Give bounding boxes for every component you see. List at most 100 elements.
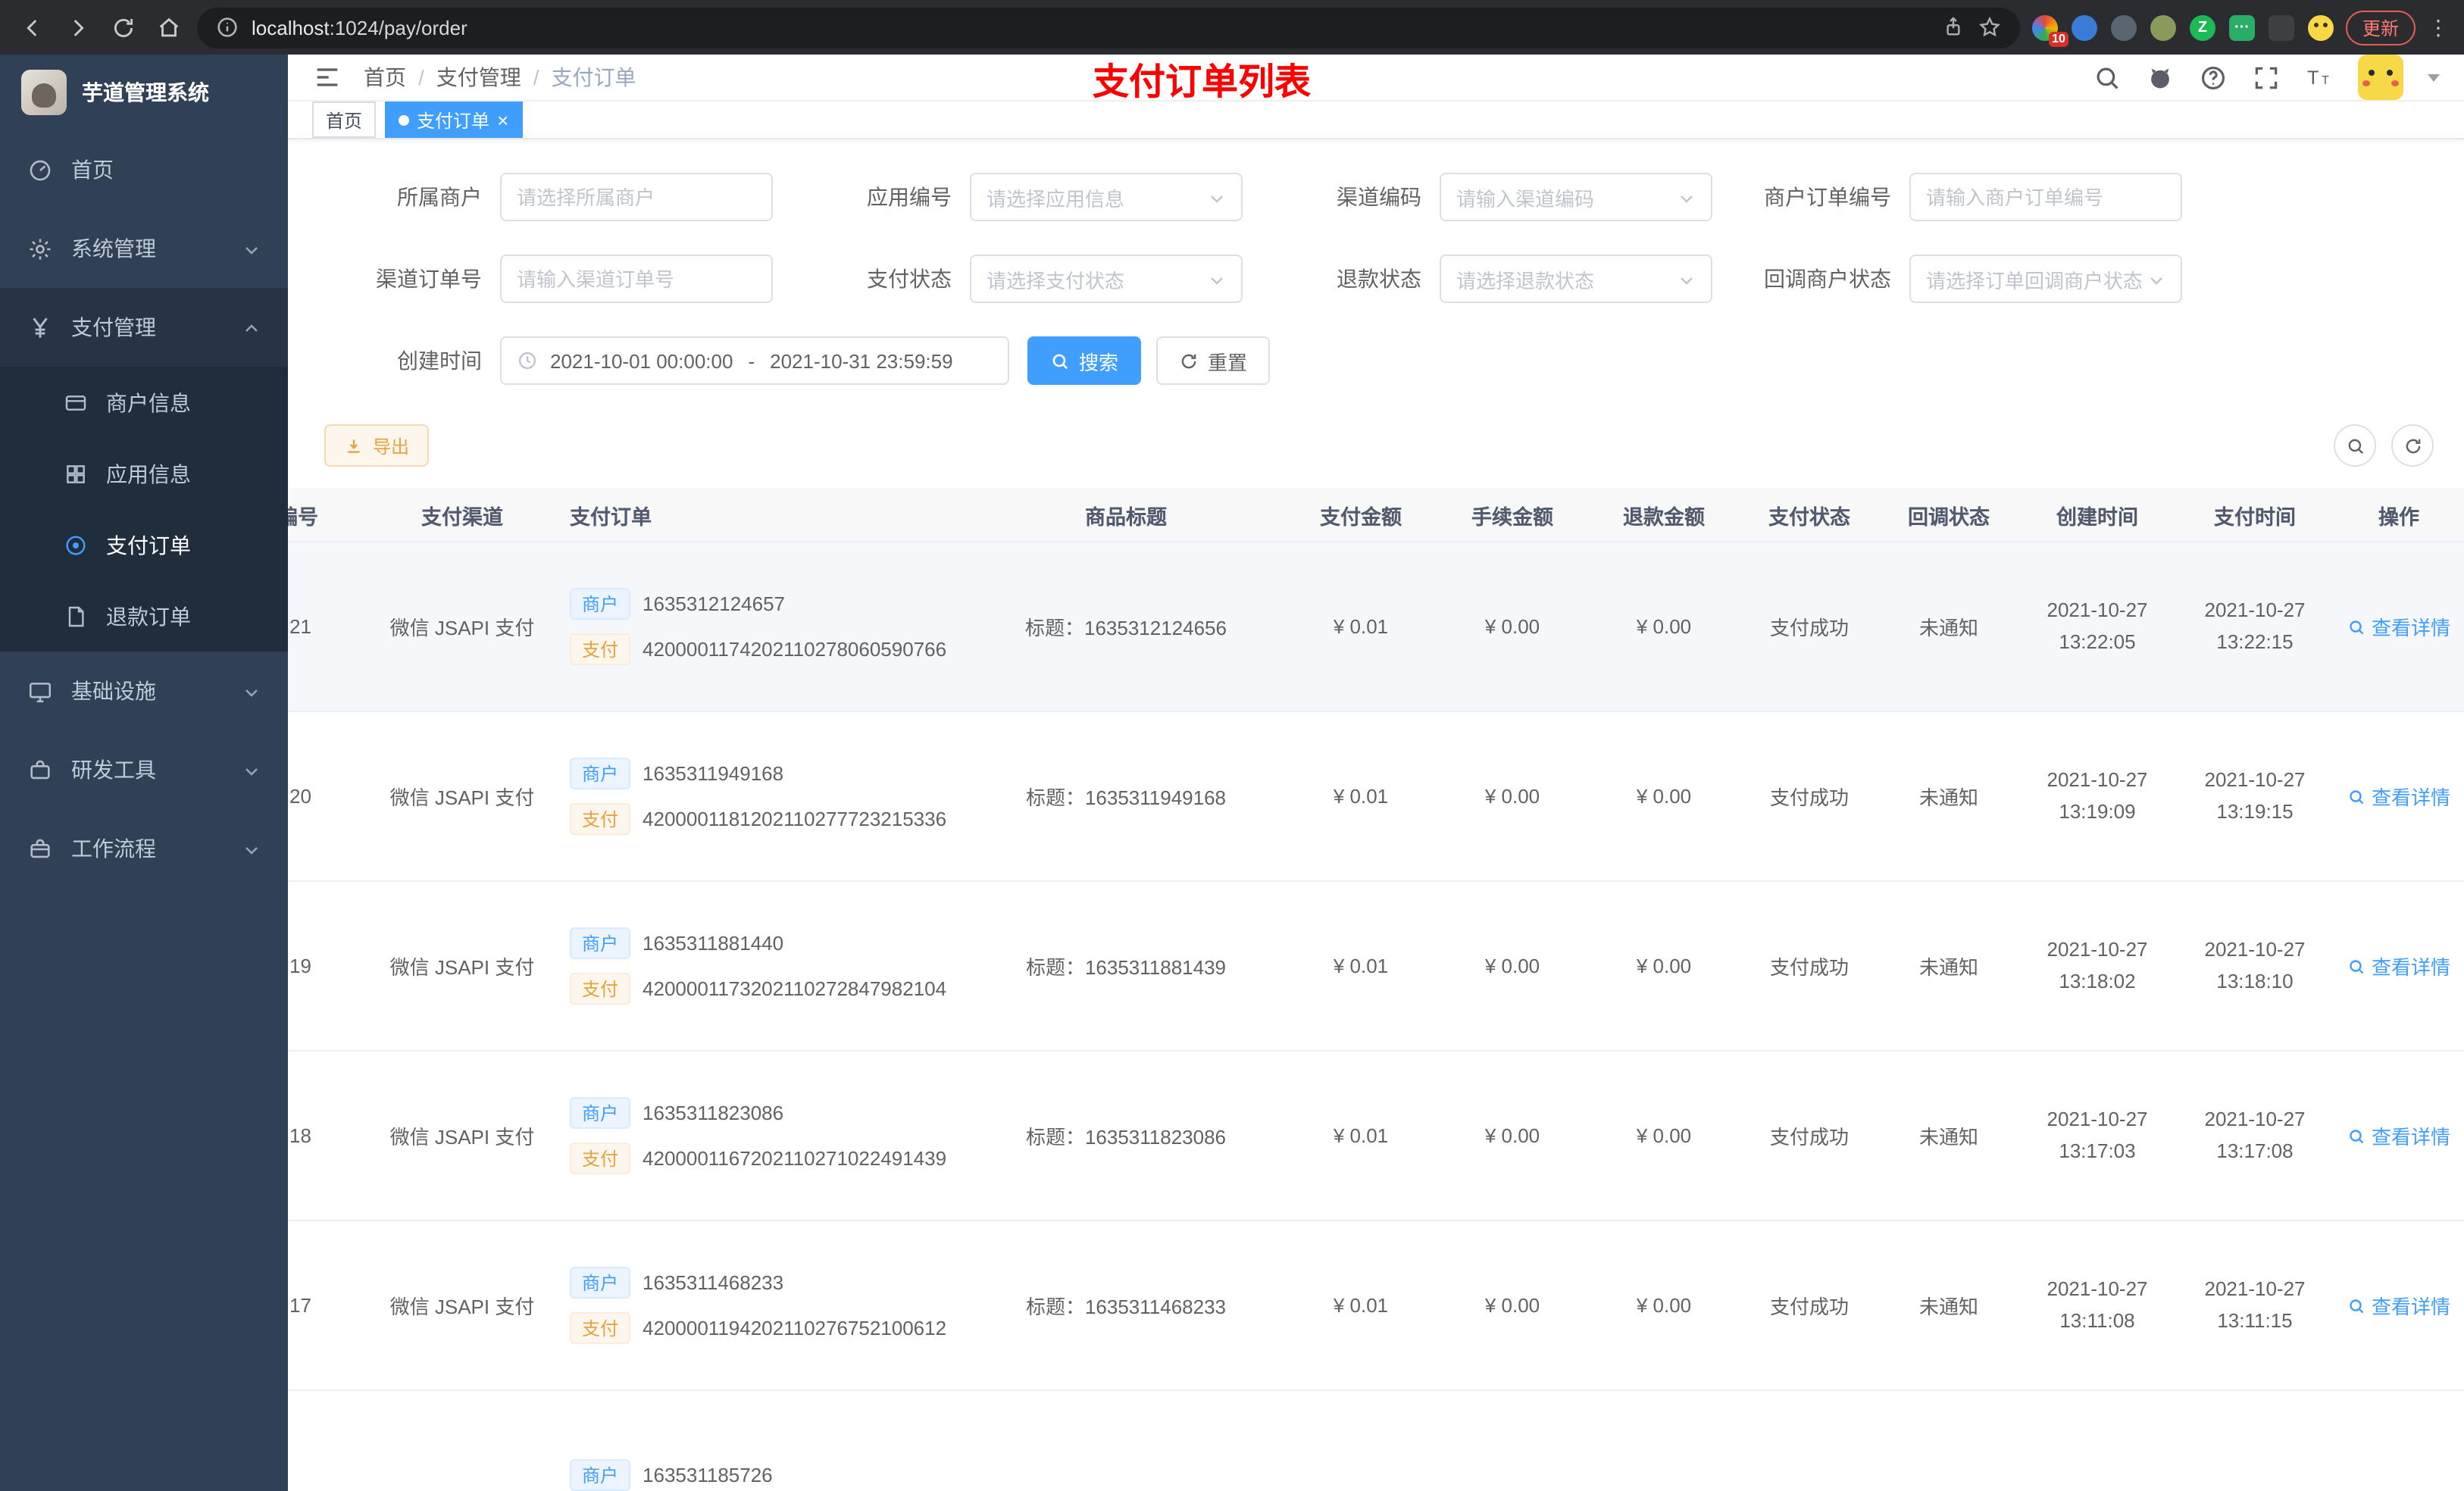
reload-button[interactable] — [106, 11, 139, 44]
sidebar: 芋道管理系统 首页 系统管理 支付管理 商户信息 应用信息 支付订单 退款订单 … — [0, 55, 288, 1491]
filter-label-merchant: 所属商户 — [397, 185, 482, 209]
chevron-down-icon — [1678, 270, 1696, 288]
merchant-input[interactable] — [500, 173, 773, 221]
font-size-icon[interactable]: TT — [2305, 63, 2334, 92]
chevron-down-icon — [242, 239, 261, 258]
view-detail-link[interactable]: 查看详情 — [2347, 612, 2450, 641]
reset-button[interactable]: 重置 — [1156, 336, 1271, 385]
extension-icon-3[interactable] — [2110, 14, 2137, 40]
merchant-tag: 商户 — [570, 1267, 631, 1299]
view-detail-link[interactable]: 查看详情 — [2347, 952, 2450, 980]
table-settings — [2334, 424, 2434, 467]
merchant-card-icon — [64, 390, 88, 414]
app-grid-icon — [64, 461, 88, 486]
extension-icon-6[interactable]: ··· — [2228, 14, 2255, 40]
dashboard-icon — [27, 157, 53, 183]
channel-code-select[interactable]: 请输入渠道编码 — [1440, 173, 1712, 221]
sidebar-item-devtools[interactable]: 研发工具 — [0, 730, 288, 809]
sidebar-item-pay[interactable]: 支付管理 — [0, 288, 288, 367]
user-avatar[interactable] — [2358, 55, 2403, 100]
chevron-down-icon — [2147, 270, 2165, 288]
extension-icon-5[interactable]: Z — [2189, 14, 2215, 40]
sidebar-item-merchant-info[interactable]: 商户信息 — [0, 367, 288, 438]
header-actions: TT — [2093, 55, 2440, 100]
yen-icon — [27, 314, 53, 340]
view-detail-link[interactable]: 查看详情 — [2347, 782, 2450, 811]
chevron-down-icon — [1678, 188, 1696, 206]
page-title: 支付订单列表 — [1093, 61, 1311, 102]
svg-text:T: T — [2307, 67, 2319, 88]
table-row: 18 微信 JSAPI 支付 商户 1635311823086 支付 4200001… — [288, 1052, 2464, 1221]
view-detail-link[interactable]: 查看详情 — [2347, 1291, 2450, 1320]
app-select[interactable]: 请选择应用信息 — [970, 173, 1243, 221]
tag-views-bar: 首页 支付订单 × — [288, 102, 2464, 139]
sidebar-item-refund-order[interactable]: 退款订单 — [0, 580, 288, 652]
github-icon[interactable] — [2146, 63, 2175, 92]
gear-icon — [27, 236, 53, 261]
table-row: 21 微信 JSAPI 支付 商户 1635312124657 支付 4200001… — [288, 542, 2464, 712]
merchant-tag: 商户 — [570, 927, 631, 959]
merchant-order-no-input[interactable] — [1909, 173, 2182, 221]
filter-label-channel-order-no: 渠道订单号 — [376, 267, 482, 291]
merchant-tag: 商户 — [570, 1097, 631, 1129]
pay-tag: 支付 — [570, 803, 631, 835]
sidebar-item-system[interactable]: 系统管理 — [0, 209, 288, 288]
pay-tag: 支付 — [570, 973, 631, 1005]
filter-label-refund-status: 退款状态 — [1337, 267, 1421, 291]
menu-fold-icon[interactable] — [312, 62, 342, 92]
sidebar-submenu-pay: 商户信息 应用信息 支付订单 退款订单 — [0, 367, 288, 652]
home-button[interactable] — [152, 11, 185, 44]
table-body: 21 微信 JSAPI 支付 商户 1635312124657 支付 4200001… — [288, 542, 2464, 1491]
url-bar[interactable]: localhost:1024/pay/order — [197, 7, 2020, 48]
tab-close-icon[interactable]: × — [497, 110, 508, 130]
tab-home[interactable]: 首页 — [312, 102, 377, 138]
share-icon[interactable] — [1941, 15, 1965, 39]
sidebar-menu: 首页 系统管理 支付管理 商户信息 应用信息 支付订单 退款订单 基础设施 研发… — [0, 130, 288, 1491]
filter-form: 所属商户 应用编号 请选择应用信息 渠道编码 请输入渠道编码 商户订单编号 渠道… — [288, 139, 2464, 418]
breadcrumb-section[interactable]: 支付管理 — [436, 62, 521, 92]
search-icon[interactable] — [2093, 63, 2122, 92]
chevron-down-icon — [242, 682, 261, 700]
brand-title: 芋道管理系统 — [82, 80, 209, 105]
fullscreen-icon[interactable] — [2252, 63, 2281, 92]
tab-pay-order[interactable]: 支付订单 × — [385, 102, 523, 138]
view-detail-link[interactable]: 查看详情 — [2347, 1121, 2450, 1150]
extension-icon-2[interactable] — [2071, 14, 2097, 40]
extension-icon-8[interactable] — [2307, 14, 2334, 40]
extension-badge: 10 — [2049, 31, 2068, 46]
filter-label-notify-status: 回调商户状态 — [1764, 267, 1891, 291]
chevron-up-icon — [242, 318, 261, 336]
chevron-down-icon — [242, 761, 261, 779]
sidebar-item-infra[interactable]: 基础设施 — [0, 652, 288, 730]
refresh-button[interactable] — [2391, 424, 2434, 467]
bookmark-star-icon[interactable] — [1978, 15, 2002, 39]
sidebar-item-pay-order[interactable]: 支付订单 — [0, 509, 288, 580]
help-icon[interactable] — [2199, 63, 2228, 92]
back-button[interactable] — [15, 11, 48, 44]
create-time-range-picker[interactable]: 2021-10-01 00:00:00 - 2021-10-31 23:59:5… — [500, 336, 1009, 385]
channel-order-no-input[interactable] — [500, 255, 773, 303]
caret-down-icon[interactable] — [2428, 73, 2440, 81]
pay-status-select[interactable]: 请选择支付状态 — [970, 255, 1243, 303]
breadcrumb-home[interactable]: 首页 — [364, 62, 406, 92]
browser-update-button[interactable]: 更新 — [2345, 10, 2416, 45]
forward-button[interactable] — [61, 11, 94, 44]
export-button[interactable]: 导出 — [324, 424, 430, 467]
kebab-menu-icon[interactable]: ⋮ — [2428, 14, 2449, 40]
sidebar-item-workflow[interactable]: 工作流程 — [0, 809, 288, 888]
svg-text:T: T — [2322, 73, 2329, 86]
extension-puzzle-icon[interactable] — [2268, 14, 2294, 40]
table-row-partial: 商户 163531185726 — [288, 1391, 2464, 1491]
extension-icon-1[interactable]: 10 — [2031, 14, 2068, 46]
sidebar-item-home[interactable]: 首页 — [0, 130, 288, 209]
sidebar-item-app-info[interactable]: 应用信息 — [0, 438, 288, 509]
extension-icon-4[interactable] — [2150, 14, 2176, 40]
brand: 芋道管理系统 — [0, 55, 288, 130]
refund-status-select[interactable]: 请选择退款状态 — [1440, 255, 1712, 303]
search-toggle-button[interactable] — [2334, 424, 2376, 467]
search-button[interactable]: 搜索 — [1027, 336, 1142, 385]
orders-table: 编号 支付渠道 支付订单 商品标题 支付金额 手续金额 退款金额 支付状态 回调… — [288, 488, 2464, 1491]
notify-status-select[interactable]: 请选择订单回调商户状态 — [1909, 255, 2182, 303]
date-end-value: 2021-10-31 23:59:59 — [770, 349, 953, 372]
page-info-icon[interactable] — [215, 15, 239, 39]
